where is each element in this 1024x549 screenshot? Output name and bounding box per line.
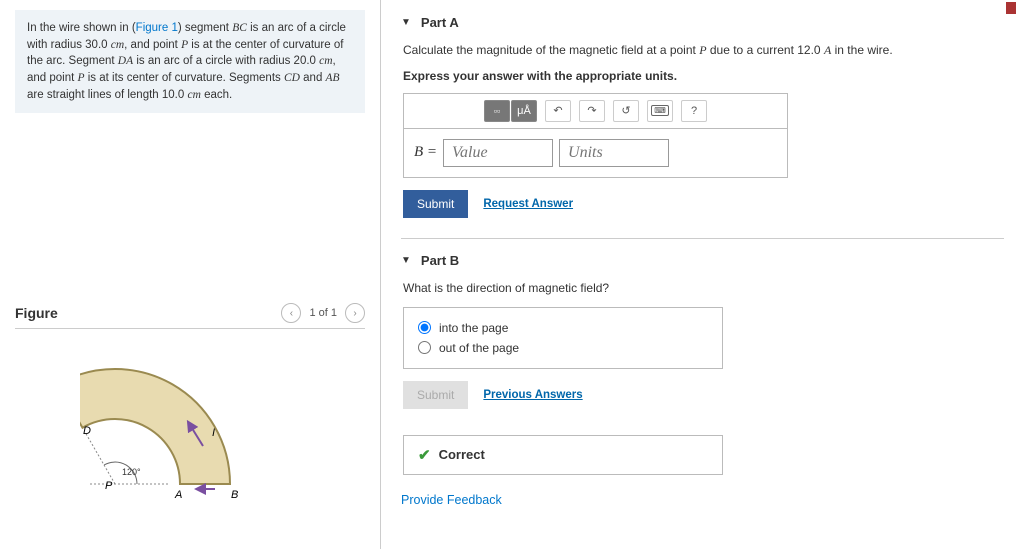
radio-option-out[interactable]: out of the page <box>418 338 708 358</box>
flag-icon[interactable] <box>1006 2 1016 14</box>
radio-out-label: out of the page <box>439 341 519 355</box>
figure-next-button[interactable]: › <box>345 303 365 323</box>
part-a-title: Part A <box>421 15 459 30</box>
figure-pager: 1 of 1 <box>309 307 337 319</box>
radio-option-into[interactable]: into the page <box>418 318 708 338</box>
b-equals-label: B = <box>414 144 437 161</box>
redo-icon[interactable]: ↷ <box>579 100 605 122</box>
svg-text:P: P <box>105 480 113 492</box>
svg-text:B: B <box>231 489 238 501</box>
templates-tool-icon[interactable]: ▫▫ <box>484 100 510 122</box>
svg-text:I: I <box>212 427 215 439</box>
caret-down-icon: ▼ <box>401 17 411 28</box>
part-b-header[interactable]: ▼ Part B <box>401 253 1004 268</box>
keyboard-icon[interactable]: ⌨ <box>647 100 673 122</box>
reset-icon[interactable]: ↺ <box>613 100 639 122</box>
caret-down-icon: ▼ <box>401 255 411 266</box>
correct-feedback-box: ✔ Correct <box>403 435 723 475</box>
part-a-instructions: Express your answer with the appropriate… <box>403 69 1004 83</box>
answer-input-box: ▫▫ μÅ ↶ ↷ ↺ ⌨ ? B = <box>403 93 788 178</box>
part-b-prompt: What is the direction of magnetic field? <box>403 280 1004 297</box>
problem-statement: In the wire shown in (Figure 1) segment … <box>15 10 365 113</box>
radio-into-label: into the page <box>439 321 508 335</box>
figure-diagram: 120° P A B C D I <box>15 329 365 522</box>
submit-button-disabled: Submit <box>403 381 468 409</box>
check-icon: ✔ <box>418 446 431 464</box>
figure-prev-button[interactable]: ‹ <box>281 303 301 323</box>
figure-link[interactable]: Figure 1 <box>136 22 178 34</box>
part-a-header[interactable]: ▼ Part A <box>401 15 1004 30</box>
previous-answers-link[interactable]: Previous Answers <box>483 389 582 401</box>
figure-title: Figure <box>15 305 58 321</box>
svg-text:120°: 120° <box>122 467 141 477</box>
radio-into-input[interactable] <box>418 321 431 334</box>
request-answer-link[interactable]: Request Answer <box>483 198 573 210</box>
part-a-prompt: Calculate the magnitude of the magnetic … <box>403 42 1004 59</box>
radio-out-input[interactable] <box>418 341 431 354</box>
svg-text:D: D <box>83 425 91 437</box>
units-tool-icon[interactable]: μÅ <box>511 100 537 122</box>
undo-icon[interactable]: ↶ <box>545 100 571 122</box>
value-input[interactable] <box>443 139 553 167</box>
svg-text:A: A <box>174 489 182 501</box>
help-icon[interactable]: ? <box>681 100 707 122</box>
correct-label: Correct <box>439 447 485 462</box>
submit-button[interactable]: Submit <box>403 190 468 218</box>
provide-feedback-link[interactable]: Provide Feedback <box>401 493 502 507</box>
units-input[interactable] <box>559 139 669 167</box>
radio-options-box: into the page out of the page <box>403 307 723 369</box>
part-b-title: Part B <box>421 253 459 268</box>
